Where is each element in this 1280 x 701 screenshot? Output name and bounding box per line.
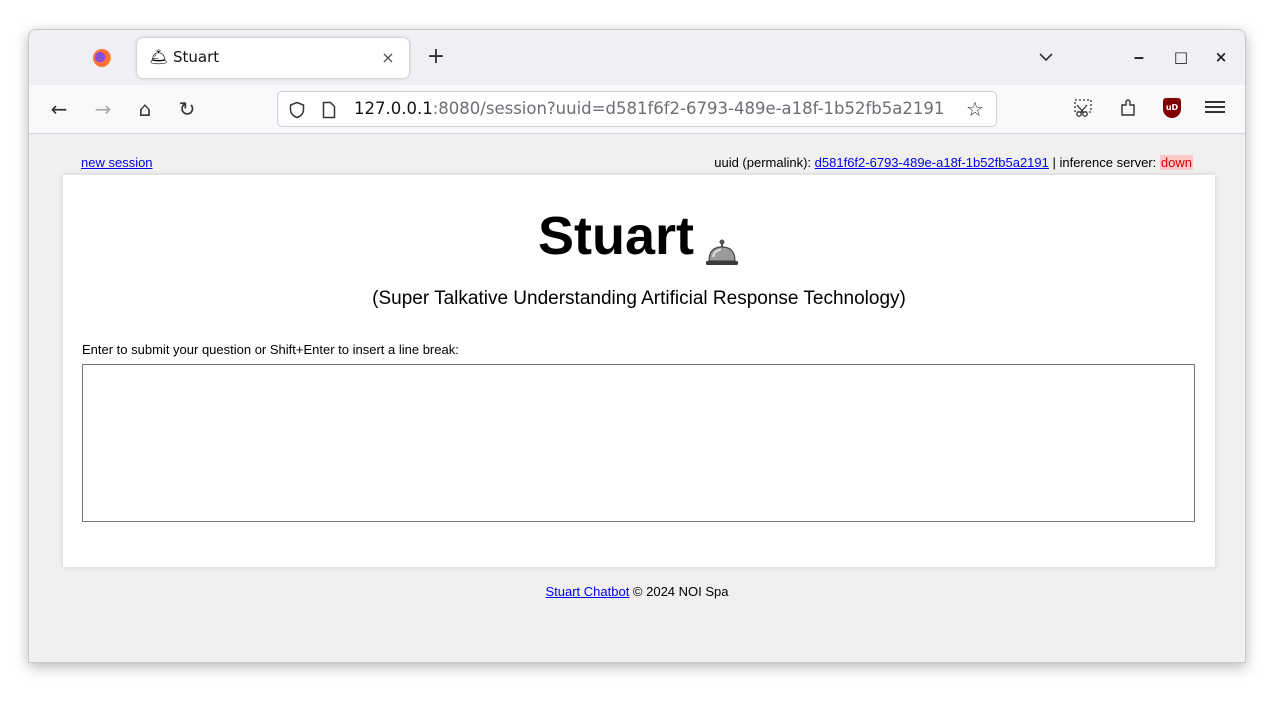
new-session-link[interactable]: new session	[81, 155, 153, 170]
session-info: uuid (permalink): d581f6f2-6793-489e-a18…	[714, 155, 1193, 170]
url-text[interactable]: 127.0.0.1:8080/session?uuid=d581f6f2-679…	[354, 99, 964, 118]
tab-title: Stuart	[173, 48, 220, 66]
shield-icon[interactable]	[288, 101, 306, 119]
page-icon[interactable]	[322, 101, 336, 119]
close-tab-icon[interactable]: ×	[377, 47, 399, 69]
page-title-text: Stuart	[537, 206, 694, 266]
home-button[interactable]: ⌂	[133, 97, 157, 121]
new-tab-button[interactable]: +	[425, 45, 447, 69]
server-status-badge: down	[1159, 155, 1193, 170]
url-host: 127.0.0.1	[354, 99, 433, 118]
page-title: Stuart	[63, 205, 1215, 267]
hamburger-menu-icon[interactable]	[1205, 98, 1225, 118]
tab-stuart[interactable]: 🛎 Stuart ×	[137, 38, 409, 78]
tab-strip: 🛎 Stuart × + ‒ □ ×	[29, 30, 1245, 85]
bellhop-bell-icon: 🛎	[149, 48, 169, 66]
page-subtitle: (Super Talkative Understanding Artificia…	[372, 288, 906, 309]
server-label: | inference server:	[1048, 155, 1160, 170]
navigation-bar: ← → ⌂ ↻ 127.0.0.1:8080/session?uuid=d581…	[29, 85, 1245, 134]
question-input[interactable]	[82, 364, 1195, 522]
reload-button[interactable]: ↻	[175, 97, 199, 121]
chevron-down-icon[interactable]	[1035, 46, 1057, 68]
back-button[interactable]: ←	[47, 97, 71, 121]
input-label: Enter to submit your question or Shift+E…	[82, 342, 459, 357]
maximize-button[interactable]: □	[1171, 47, 1191, 67]
uuid-permalink[interactable]: d581f6f2-6793-489e-a18f-1b52fb5a2191	[815, 155, 1049, 170]
footer: Stuart Chatbot © 2024 NOI Spa	[29, 584, 1245, 599]
url-bar[interactable]: 127.0.0.1:8080/session?uuid=d581f6f2-679…	[277, 91, 997, 127]
uuid-label: uuid (permalink):	[714, 155, 815, 170]
bookmark-star-icon[interactable]: ☆	[964, 98, 986, 120]
screenshot-icon[interactable]	[1071, 97, 1095, 121]
page-content: new session uuid (permalink): d581f6f2-6…	[29, 135, 1245, 662]
main-card: Stuart (Super Talkative Understanding Ar…	[63, 175, 1215, 567]
bellhop-bell-icon	[704, 220, 740, 265]
extensions-puzzle-icon[interactable]	[1117, 97, 1141, 121]
forward-button[interactable]: →	[91, 97, 115, 121]
minimize-button[interactable]: ‒	[1129, 47, 1149, 67]
ublock-origin-icon[interactable]: uD	[1163, 98, 1181, 118]
top-info-line: new session uuid (permalink): d581f6f2-6…	[81, 153, 1193, 171]
footer-link[interactable]: Stuart Chatbot	[545, 584, 629, 599]
footer-text: © 2024 NOI Spa	[629, 584, 729, 599]
browser-window: 🛎 Stuart × + ‒ □ × ← → ⌂ ↻ 127.0.0.1:808…	[28, 29, 1246, 663]
firefox-logo-icon[interactable]	[93, 49, 111, 67]
url-path: :8080/session?uuid=d581f6f2-6793-489e-a1…	[432, 99, 945, 118]
close-window-button[interactable]: ×	[1211, 47, 1231, 67]
